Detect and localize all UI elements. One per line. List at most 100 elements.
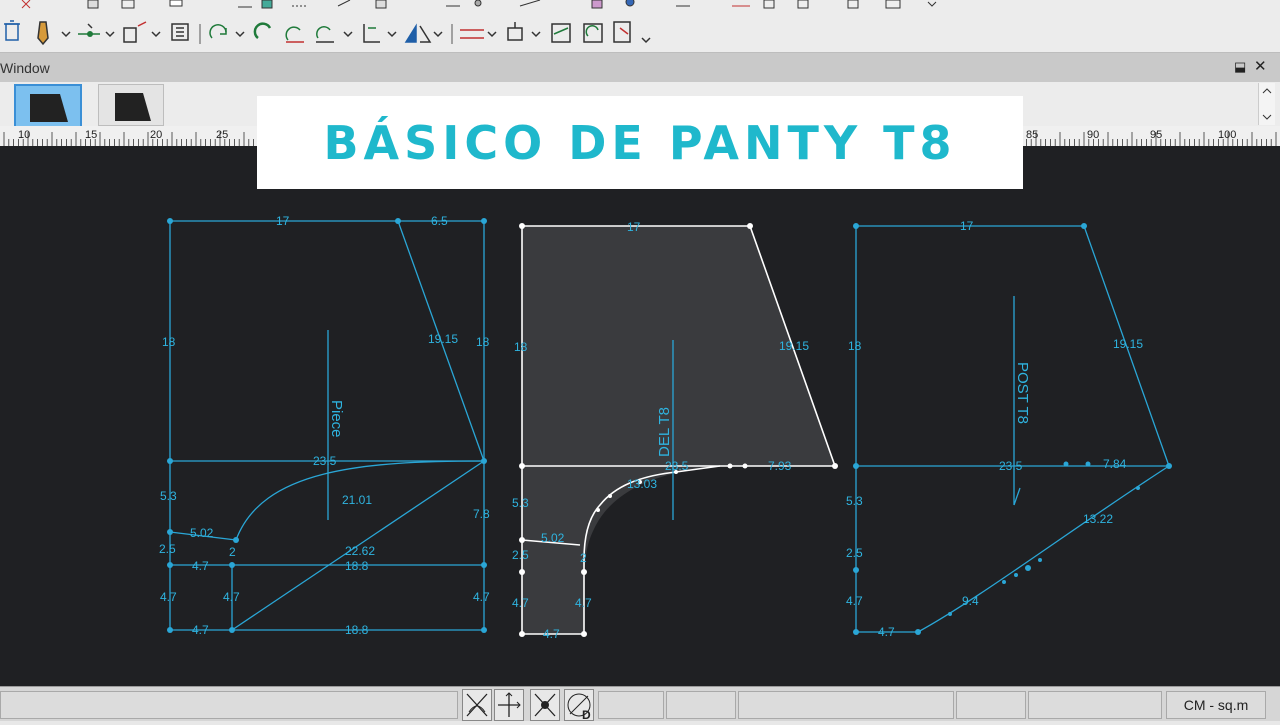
snap-intersection-icon[interactable]: [462, 689, 492, 721]
measure-label: 7.8: [473, 507, 490, 521]
circle-icon: [474, 0, 482, 7]
measure-label: 22.62: [345, 544, 375, 558]
ruler-label: 90: [1087, 129, 1099, 141]
toolbar-top: [0, 0, 1280, 15]
measure-label: 9.4: [962, 594, 979, 608]
grid-icon: [797, 0, 809, 9]
grade-icon[interactable]: [551, 23, 571, 43]
frame-tool-icon[interactable]: [171, 23, 189, 41]
measure-label: 17: [276, 214, 290, 228]
toolbar-top-icons: [21, 0, 937, 9]
chevron-down-icon: [641, 37, 651, 44]
chevron-down-icon: [151, 31, 161, 38]
measure-label: 18: [162, 335, 176, 349]
point-tool-icon[interactable]: [78, 23, 100, 37]
left-pattern-draft: Piece 17 6.5 18 19.15 18 23.5 5.3 21.01 …: [159, 214, 490, 637]
chevron-down-icon: [343, 31, 353, 38]
arc-tool-icon[interactable]: [316, 26, 334, 43]
ruler-label: 100: [1218, 129, 1236, 141]
thumbnail-scrollbar[interactable]: [1258, 83, 1275, 125]
pen-nib-icon[interactable]: [37, 21, 49, 46]
trash-icon[interactable]: [4, 20, 20, 41]
middle-piece-label: DEL T8: [656, 407, 673, 457]
snap-point-icon[interactable]: [530, 689, 560, 721]
measure-label: 4.7: [192, 623, 209, 637]
left-piece-label: Piece: [328, 400, 345, 438]
status-bar: D CM - sq.m: [0, 686, 1280, 722]
chevron-down-icon: [105, 31, 115, 38]
page-icon: [847, 0, 859, 9]
add-point-icon[interactable]: [123, 21, 147, 43]
measure-label: 18.8: [345, 623, 369, 637]
file-icon: [169, 0, 183, 7]
ruler-label: 20: [150, 129, 162, 141]
chevron-down-icon: [487, 31, 497, 38]
measure-label: 23.5: [665, 459, 689, 473]
piece-tool-icon[interactable]: [613, 21, 631, 43]
measure-label: 5.3: [846, 494, 863, 508]
drafting-canvas[interactable]: .bl { stroke:#2aa6d6; stroke-width:1.3; …: [0, 146, 1280, 686]
curve-tool-icon[interactable]: [253, 22, 272, 39]
measure-label: 4.7: [160, 590, 177, 604]
measure-label: 13.22: [1083, 512, 1113, 526]
print-icon: [591, 0, 603, 9]
cut-icon: [21, 0, 31, 9]
pin-icon[interactable]: ⬓: [1234, 59, 1246, 75]
measure-label: 23.5: [313, 454, 337, 468]
rotate-icon[interactable]: [209, 24, 227, 39]
rotate-piece-icon[interactable]: [583, 23, 603, 43]
status-panel: [598, 691, 664, 719]
globe-icon: [625, 0, 635, 7]
measure-label: 2: [580, 551, 587, 565]
snap-diagonal-icon[interactable]: D: [564, 689, 594, 722]
mirror-icon[interactable]: [404, 23, 432, 43]
svg-text:D: D: [582, 708, 591, 720]
measure-label: 23.5: [999, 459, 1023, 473]
measure-label: 18.8: [345, 559, 369, 573]
chevron-down-icon: [387, 31, 397, 38]
piece-thumbnail-2[interactable]: [98, 84, 164, 126]
frame-icon: [763, 0, 775, 9]
measure-label: 4.7: [192, 559, 209, 573]
units-indicator: CM - sq.m: [1166, 691, 1266, 719]
right-pattern-draft: POST T8 17 18 19.15 23.5 7.84 5.3 13.22 …: [846, 219, 1172, 639]
ruler-label: 10: [18, 129, 30, 141]
dimension-icon[interactable]: [460, 29, 484, 39]
piece-thumbnail-1[interactable]: [14, 84, 82, 128]
measure-label: 4.7: [846, 594, 863, 608]
ruler-label: 95: [1150, 129, 1162, 141]
chevron-down-icon: [61, 31, 71, 38]
title-banner: BÁSICO DE PANTY T8: [257, 96, 1023, 189]
right-piece-label: POST T8: [1014, 362, 1031, 424]
snap-cross-icon[interactable]: [494, 689, 524, 721]
ruler-icon: [519, 0, 541, 7]
ruler-label: 85: [1026, 129, 1038, 141]
measure-label: 4.7: [223, 590, 240, 604]
measure-label: 2.5: [159, 542, 176, 556]
mirror-curve-icon[interactable]: [285, 26, 304, 43]
measure-label: 18: [476, 335, 490, 349]
toolbar-main: [0, 14, 1280, 52]
banner-title: BÁSICO DE PANTY T8: [323, 115, 957, 170]
measure-label: 13.03: [627, 477, 657, 491]
window-titlebar: Window ⬓ ✕: [0, 52, 1280, 83]
measure-label: 4.7: [512, 596, 529, 610]
layer-icon: [261, 0, 273, 9]
measure-label: 5.3: [512, 496, 529, 510]
corner-tool-icon[interactable]: [363, 24, 380, 43]
measure-label: 2.5: [512, 548, 529, 562]
chevron-down-icon: [531, 31, 541, 38]
measure-label: 5.3: [160, 489, 177, 503]
status-panel: [738, 691, 954, 719]
notch-icon[interactable]: [507, 22, 523, 41]
measure-label: 4.7: [543, 627, 560, 641]
measure-label: 2.5: [846, 546, 863, 560]
middle-pattern-piece[interactable]: DEL T8 17 18 19.15 23.5 7.93 13.03 5.3 5…: [512, 220, 838, 641]
measure-label: 4.7: [473, 590, 490, 604]
pattern-draft: .bl { stroke:#2aa6d6; stroke-width:1.3; …: [159, 214, 1172, 641]
measure-label: 17: [960, 219, 974, 233]
window-icon: [885, 0, 901, 9]
close-icon[interactable]: ✕: [1254, 57, 1267, 75]
chevron-down-icon: [235, 31, 245, 38]
ruler-label: 15: [85, 129, 97, 141]
